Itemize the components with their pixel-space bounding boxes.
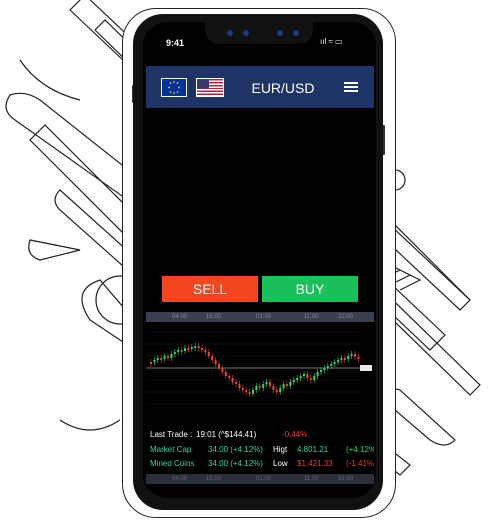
candle-body bbox=[286, 384, 288, 386]
last-trade-change: -0.44% bbox=[282, 430, 308, 439]
candle-body bbox=[241, 388, 244, 390]
candle-body bbox=[238, 384, 241, 388]
candle-body bbox=[187, 348, 190, 350]
candle-body bbox=[160, 358, 163, 360]
market-cap-value: 34.00 (+4.12%) bbox=[208, 445, 263, 454]
last-trade-value: 19:01 (^$144.41) bbox=[196, 430, 257, 439]
candle-body bbox=[292, 380, 295, 382]
candle-body bbox=[282, 384, 285, 388]
candle-body bbox=[153, 360, 156, 362]
candle-body bbox=[265, 382, 268, 384]
candle-body bbox=[184, 348, 186, 351]
candle-body bbox=[337, 360, 339, 362]
candle-body bbox=[269, 382, 271, 386]
candle-body bbox=[275, 390, 278, 392]
candle-body bbox=[245, 390, 248, 392]
low-label: Low bbox=[273, 459, 288, 468]
time-label: 11:00 bbox=[304, 476, 319, 482]
candle-body bbox=[272, 386, 275, 390]
time-label: 04:00 bbox=[172, 314, 188, 320]
high-label: Higt bbox=[273, 445, 288, 454]
candle-body bbox=[340, 358, 343, 360]
mined-coins-value: 34.00 (+4.12%) bbox=[208, 459, 263, 468]
candle-body bbox=[180, 350, 183, 352]
candle-body bbox=[320, 370, 322, 372]
eu-flag-icon bbox=[161, 78, 187, 97]
candle-body bbox=[354, 354, 356, 357]
high-change: (+4.12% bbox=[346, 445, 374, 454]
us-flag-icon bbox=[196, 78, 224, 97]
candle-body bbox=[350, 354, 353, 356]
candle-body bbox=[224, 372, 227, 376]
buy-button[interactable]: BUY bbox=[262, 276, 358, 302]
candle-body bbox=[173, 352, 176, 354]
candle-body bbox=[167, 356, 169, 358]
candlestick-chart[interactable] bbox=[146, 322, 374, 424]
candle-body bbox=[258, 386, 261, 388]
currency-pair-title: EUR/USD bbox=[251, 80, 315, 96]
status-icons: ııl ≈ ▭ bbox=[320, 37, 343, 46]
candle-body bbox=[204, 350, 207, 352]
status-time: 9:41 bbox=[166, 38, 185, 48]
time-label: 22:00 bbox=[338, 314, 354, 320]
candle-body bbox=[214, 360, 217, 364]
candle-body bbox=[231, 378, 234, 382]
candle-body bbox=[323, 368, 326, 370]
phone-notch bbox=[205, 22, 313, 44]
candle-body bbox=[313, 376, 316, 380]
candle-body bbox=[347, 356, 350, 359]
market-cap-label: Market Cap bbox=[150, 445, 192, 454]
candle-body bbox=[252, 390, 254, 394]
time-label: 11:00 bbox=[304, 314, 319, 320]
time-label: 01:00 bbox=[256, 476, 272, 482]
time-label: 01:00 bbox=[256, 314, 272, 320]
low-change: (-1.41% bbox=[346, 459, 374, 468]
bottom-time-axis: 04:00 15:00 01:00 11:00 22:00 bbox=[146, 474, 374, 484]
low-value: $1,421.33 bbox=[297, 459, 333, 468]
chart-footer bbox=[146, 414, 374, 424]
candle-body bbox=[357, 357, 360, 359]
current-price-marker bbox=[360, 365, 372, 371]
candle-body bbox=[303, 374, 305, 376]
candle-body bbox=[228, 376, 231, 378]
candle-body bbox=[211, 356, 214, 360]
candle-body bbox=[201, 348, 203, 350]
candle-body bbox=[262, 384, 265, 388]
hamburger-menu-icon[interactable] bbox=[344, 82, 358, 92]
candle-body bbox=[150, 362, 152, 364]
high-value: 4.801.21 bbox=[297, 445, 329, 454]
candle-body bbox=[197, 346, 200, 348]
candle-body bbox=[306, 374, 309, 378]
chart-time-axis: 04:00 15:00 01:00 11:00 22:00 bbox=[146, 312, 374, 322]
mined-coins-label: Mined Coins bbox=[150, 459, 195, 468]
candle-body bbox=[248, 392, 251, 394]
candle-body bbox=[333, 362, 336, 364]
candle-body bbox=[326, 366, 329, 368]
last-trade-label: Last Trade : bbox=[150, 430, 193, 439]
candle-body bbox=[207, 352, 210, 356]
candle-body bbox=[330, 364, 333, 366]
candle-body bbox=[194, 346, 197, 348]
candle-body bbox=[299, 376, 302, 378]
time-label: 15:00 bbox=[206, 476, 222, 482]
candle-body bbox=[343, 358, 346, 360]
time-label: 15:00 bbox=[206, 314, 222, 320]
candle-body bbox=[156, 358, 159, 360]
candle-body bbox=[177, 350, 180, 352]
candle-body bbox=[235, 382, 237, 384]
candle-body bbox=[289, 382, 292, 386]
candle-body bbox=[316, 372, 319, 376]
candle-body bbox=[279, 388, 282, 392]
candle-body bbox=[309, 378, 312, 380]
candle-body bbox=[170, 354, 173, 358]
candle-body bbox=[296, 378, 299, 380]
time-label: 22:00 bbox=[338, 476, 354, 482]
candle-body bbox=[221, 368, 224, 372]
time-label: 04:00 bbox=[172, 476, 188, 482]
sell-button[interactable]: SELL bbox=[162, 276, 258, 302]
candle-body bbox=[255, 386, 258, 390]
candle-body bbox=[190, 347, 193, 349]
candle-body bbox=[163, 356, 166, 359]
candle-body bbox=[218, 364, 220, 368]
